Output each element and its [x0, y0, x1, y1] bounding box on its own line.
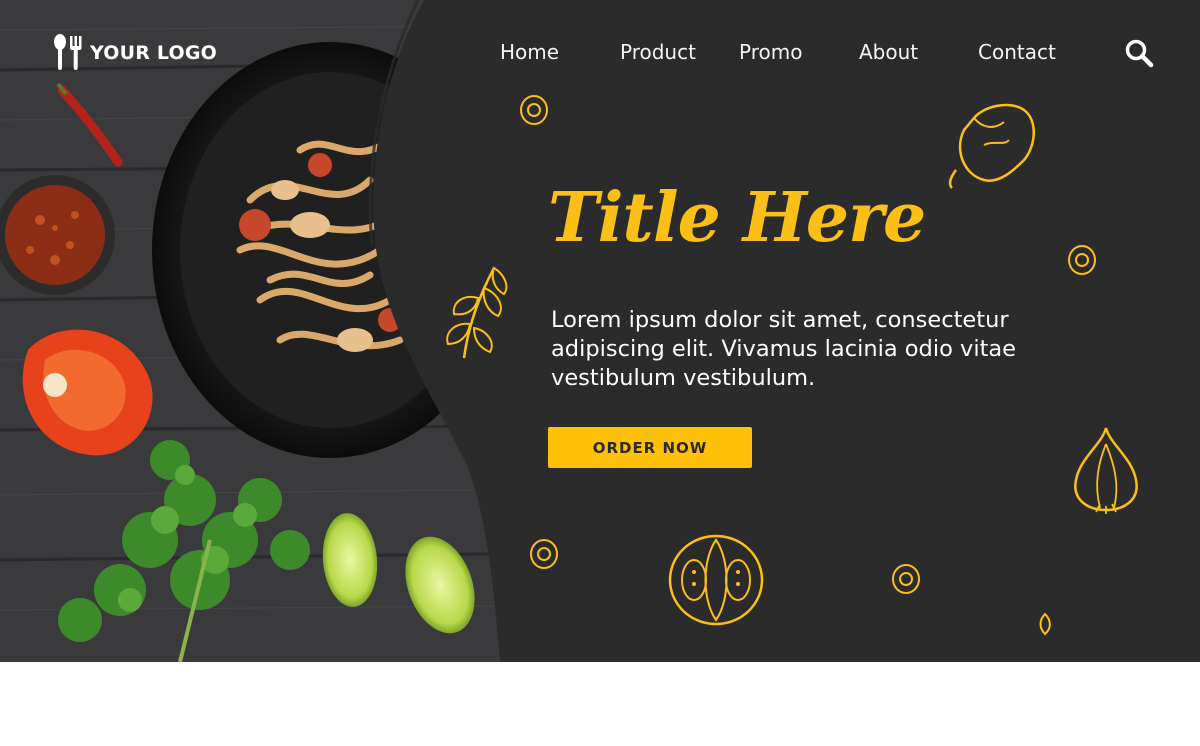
nav-link-promo[interactable]: Promo — [739, 40, 802, 64]
site-logo[interactable]: YOUR LOGO — [52, 34, 217, 72]
hero-title: Title Here — [548, 178, 926, 258]
parsley-doodle-icon — [446, 266, 508, 359]
nav-link-contact[interactable]: Contact — [978, 40, 1056, 64]
seed-doodle-icon — [892, 564, 920, 594]
search-icon[interactable] — [1124, 38, 1154, 68]
seed-doodle-icon — [530, 539, 558, 569]
nav-link-home[interactable]: Home — [500, 40, 559, 64]
seed-doodle-icon — [1039, 612, 1051, 636]
onion-doodle-icon — [1074, 427, 1138, 514]
spoon-fork-icon — [54, 34, 82, 70]
nav-link-about[interactable]: About — [859, 40, 918, 64]
hero-description: Lorem ipsum dolor sit amet, consectetur … — [551, 307, 1017, 391]
order-now-button[interactable]: ORDER NOW — [548, 427, 752, 468]
nav-link-product[interactable]: Product — [620, 40, 696, 64]
pepper-doodle-icon — [948, 103, 1035, 189]
seed-doodle-icon — [1068, 245, 1096, 275]
tomato-doodle-icon — [668, 534, 764, 626]
hero-section: YOUR LOGO Home Product Promo About Conta… — [0, 0, 1200, 662]
logo-text: YOUR LOGO — [90, 42, 218, 64]
seed-doodle-icon — [520, 95, 548, 125]
main-nav: YOUR LOGO Home Product Promo About Conta… — [0, 30, 1200, 76]
page-content-area — [0, 662, 1200, 746]
